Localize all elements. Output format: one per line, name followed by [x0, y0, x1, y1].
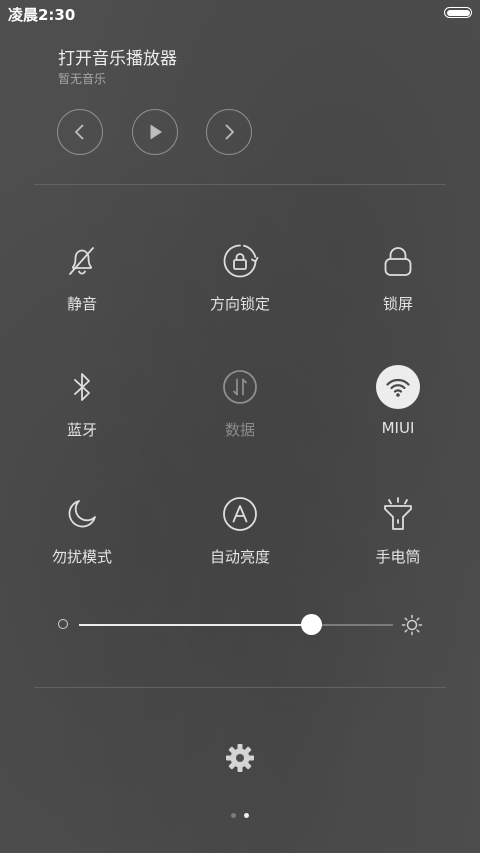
lock-icon [376, 239, 420, 283]
toggle-auto-brightness[interactable]: 自动亮度 [170, 492, 310, 572]
toggle-rotation-lock[interactable]: 方向锁定 [170, 239, 310, 319]
page-dot[interactable] [231, 813, 236, 818]
mobile-data-icon [218, 365, 262, 409]
toggle-label: 数据 [224, 421, 255, 439]
toggle-lock-screen[interactable]: 锁屏 [328, 239, 468, 319]
toggle-bluetooth[interactable]: 蓝牙 [12, 365, 152, 445]
toggle-label: 自动亮度 [209, 548, 270, 566]
music-player-subtitle: 暂无音乐 [58, 72, 107, 86]
next-track-button[interactable] [206, 109, 252, 155]
brightness-low-icon [58, 619, 68, 629]
toggle-mobile-data[interactable]: 数据 [170, 365, 310, 445]
toggle-wifi[interactable]: MIUI [328, 365, 468, 445]
play-button[interactable] [132, 109, 178, 155]
moon-icon [60, 492, 104, 536]
toggle-label: 勿扰模式 [51, 548, 112, 566]
page-indicator [0, 813, 480, 818]
toggle-label: 锁屏 [382, 295, 413, 313]
toggle-label: MIUI [381, 419, 415, 437]
divider [34, 687, 446, 688]
settings-button[interactable] [224, 742, 256, 778]
play-icon [150, 124, 162, 140]
toggle-mute[interactable]: 静音 [12, 239, 152, 319]
toggle-label: 方向锁定 [209, 295, 270, 313]
bluetooth-icon [60, 365, 104, 409]
toggle-label: 手电筒 [375, 548, 421, 566]
divider [34, 184, 446, 185]
brightness-high-icon [401, 614, 423, 640]
control-center: 凌晨2:30 打开音乐播放器 暂无音乐 静音 方向锁定 锁屏 蓝牙 数据 MIU… [0, 0, 480, 853]
brightness-track[interactable] [79, 614, 393, 635]
brightness-slider-thumb[interactable] [301, 614, 322, 635]
previous-track-button[interactable] [57, 109, 103, 155]
wifi-icon [376, 365, 420, 409]
auto-brightness-icon [218, 492, 262, 536]
toggle-flashlight[interactable]: 手电筒 [328, 492, 468, 572]
rotation-lock-icon [218, 239, 262, 283]
toggle-label: 静音 [66, 295, 97, 313]
toggle-do-not-disturb[interactable]: 勿扰模式 [12, 492, 152, 572]
flashlight-icon [376, 492, 420, 536]
music-player-title[interactable]: 打开音乐播放器 [58, 44, 177, 69]
status-time: 凌晨2:30 [8, 6, 76, 24]
gear-icon [226, 744, 254, 772]
chevron-left-icon [75, 124, 84, 140]
toggle-label: 蓝牙 [66, 421, 97, 439]
battery-icon [444, 7, 472, 18]
brightness-track-fill [79, 624, 311, 626]
chevron-right-icon [225, 124, 234, 140]
brightness-slider[interactable] [56, 612, 426, 638]
page-dot-active[interactable] [244, 813, 249, 818]
bell-off-icon [60, 239, 104, 283]
status-bar: 凌晨2:30 [0, 0, 480, 26]
